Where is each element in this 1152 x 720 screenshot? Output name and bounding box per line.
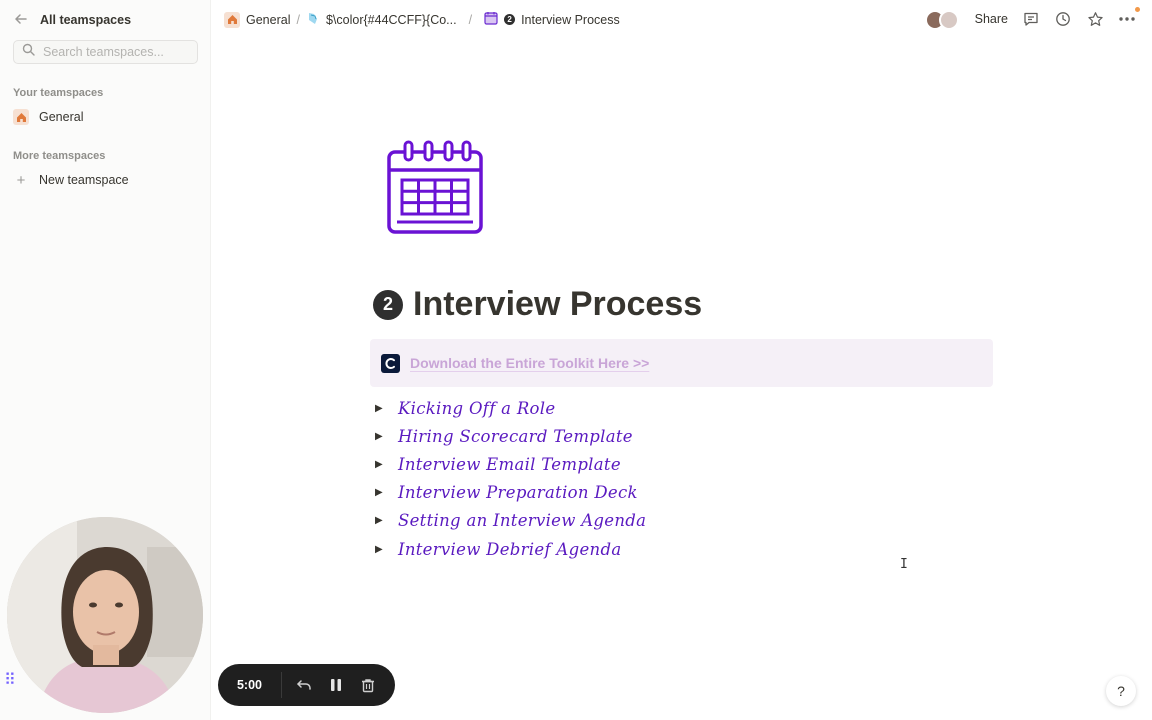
breadcrumb-item-parent[interactable]: $\color{#44CCFF}{Co... [306,11,457,28]
search-input[interactable] [43,45,193,59]
search-icon [22,43,35,61]
trash-icon[interactable] [352,678,384,693]
house-icon [13,109,29,125]
sidebar: All teamspaces Your teamspaces General M… [0,0,211,720]
topbar: General / $\color{#44CCFF}{Co... / 2 Int… [211,0,1152,40]
triangle-right-icon[interactable]: ▶ [375,544,387,555]
triangle-right-icon[interactable]: ▶ [375,431,387,442]
breadcrumb-item-general[interactable]: General [224,11,291,28]
new-teamspace-button[interactable]: + New teamspace [13,170,129,190]
breadcrumb-label: General [246,12,291,27]
toggle-item[interactable]: ▶ Hiring Scorecard Template [375,422,646,450]
triangle-right-icon[interactable]: ▶ [375,459,387,470]
toggle-item[interactable]: ▶ Kicking Off a Role [375,394,646,422]
recording-timer: 5:00 [218,672,282,698]
triangle-right-icon[interactable]: ▶ [375,515,387,526]
sidebar-item-general[interactable]: General [13,107,83,127]
topbar-actions: Share [924,7,1140,30]
star-icon[interactable] [1086,10,1104,28]
toggle-item[interactable]: ▶ Interview Preparation Deck [375,479,646,507]
collaborator-avatars[interactable] [924,8,961,30]
page-title-text: Interview Process [413,285,703,323]
logo-icon [381,353,400,373]
calendar-icon[interactable] [385,138,485,236]
breadcrumb-label: $\color{#44CCFF}{Co... [325,12,457,27]
history-icon[interactable] [1054,10,1072,28]
your-teamspaces-label: Your teamspaces [13,87,104,99]
toggle-label: Hiring Scorecard Template [398,426,633,446]
webcam-video-bubble[interactable] [7,517,203,713]
comments-icon[interactable] [1022,10,1040,28]
more-teamspaces-label: More teamspaces [13,150,106,162]
toggle-item[interactable]: ▶ Interview Email Template [375,450,646,478]
download-toolkit-link[interactable]: Download the Entire Toolkit Here >> [410,355,649,371]
house-icon [224,11,240,28]
app-window: All teamspaces Your teamspaces General M… [0,0,1152,720]
toggle-list: ▶ Kicking Off a Role ▶ Hiring Scorecard … [375,394,646,563]
breadcrumb-separator: / [468,12,473,27]
new-teamspace-label: New teamspace [39,173,129,187]
more-icon[interactable] [1118,7,1140,28]
toggle-label: Kicking Off a Role [398,398,556,418]
breadcrumb-label: Interview Process [521,12,620,27]
breadcrumb-separator: / [296,12,300,27]
plus-icon: + [16,171,26,189]
search-box[interactable] [13,40,198,64]
undo-icon[interactable] [288,678,320,692]
share-button[interactable]: Share [975,12,1008,26]
page-title[interactable]: 2 Interview Process [373,285,702,324]
number-badge: 2 [504,14,516,25]
sidebar-header: All teamspaces [14,11,131,29]
toggle-label: Interview Preparation Deck [398,483,638,503]
calendar-icon [484,11,498,28]
callout-block[interactable]: Download the Entire Toolkit Here >> [370,339,993,387]
toggle-label: Interview Email Template [398,454,621,474]
sidebar-title: All teamspaces [40,13,132,27]
toggle-item[interactable]: ▶ Setting an Interview Agenda [375,507,646,535]
triangle-right-icon[interactable]: ▶ [375,487,387,498]
number-badge: 2 [373,289,403,320]
toggle-item[interactable]: ▶ Interview Debrief Agenda [375,535,646,563]
triangle-right-icon[interactable]: ▶ [375,403,387,414]
toggle-label: Interview Debrief Agenda [398,539,622,559]
help-button[interactable]: ? [1106,676,1136,706]
text-cursor-icon: I [900,557,908,572]
pause-icon[interactable] [320,678,352,692]
breadcrumb: General / $\color{#44CCFF}{Co... / 2 Int… [224,11,620,28]
page-icon [306,11,320,28]
drag-handle-icon[interactable]: ⠿ [4,670,16,690]
breadcrumb-item-current[interactable]: 2 Interview Process [484,11,620,28]
sidebar-item-label: General [39,110,84,124]
recording-controls: 5:00 [218,664,395,706]
notification-dot [1135,7,1140,12]
toggle-label: Setting an Interview Agenda [398,511,647,531]
help-label: ? [1117,683,1125,699]
avatar [938,10,959,30]
back-arrow-icon[interactable] [14,12,28,29]
